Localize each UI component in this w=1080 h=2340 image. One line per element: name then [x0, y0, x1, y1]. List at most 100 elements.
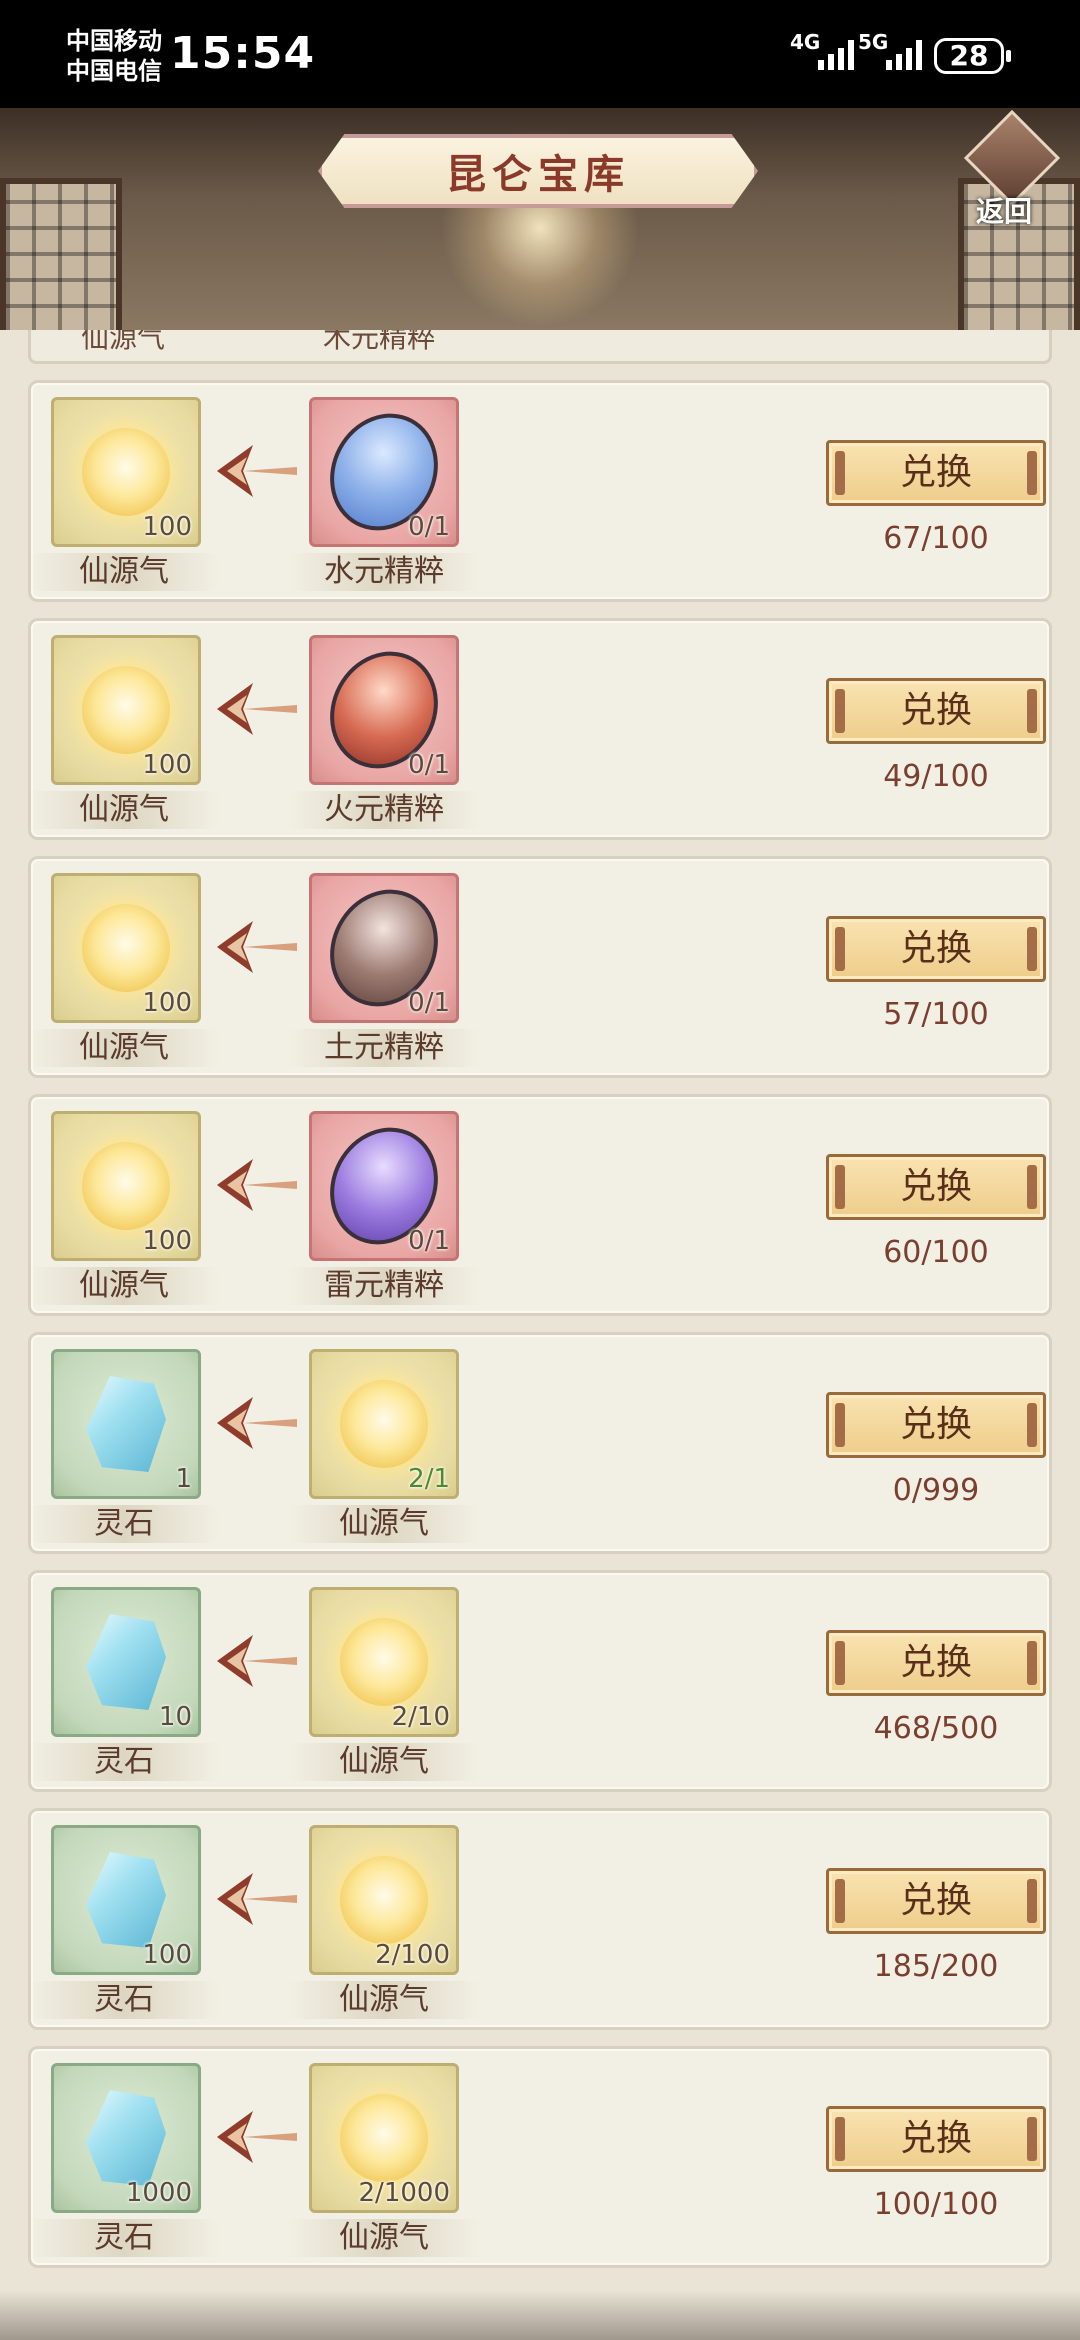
reward-item[interactable]: 100 — [51, 1825, 201, 1975]
cost-count: 2/100 — [375, 1940, 450, 1970]
reward-name: 仙源气 — [29, 1267, 219, 1305]
reward-item[interactable]: 100 — [51, 635, 201, 785]
reward-count: 100 — [142, 750, 192, 780]
reward-name: 灵石 — [29, 2219, 219, 2257]
arrow-left-icon — [217, 1873, 297, 1925]
reward-item[interactable]: 100 — [51, 873, 201, 1023]
exchange-row: 100 仙源气 0/1 火元精粹 兑换 49/100 — [28, 618, 1052, 840]
spirit-stone-icon — [86, 1376, 166, 1472]
exchange-button[interactable]: 兑换 — [826, 1630, 1046, 1696]
exchange-limit: 49/100 — [883, 759, 989, 794]
reward-count: 10 — [158, 1702, 192, 1732]
partial-row: 仙源气 木元精粹 — [28, 330, 1052, 364]
status-bar: 中国移动 中国电信 15:54 4G 5G 28 — [0, 0, 1080, 108]
reward-item[interactable]: 100 — [51, 397, 201, 547]
carrier-1: 中国移动 — [66, 27, 162, 55]
carrier-2: 中国电信 — [66, 57, 162, 85]
orb-icon — [340, 1618, 428, 1706]
exchange-limit: 100/100 — [873, 2187, 999, 2222]
orb-icon — [340, 1380, 428, 1468]
spirit-stone-icon — [86, 1852, 166, 1948]
signal-icon — [818, 40, 854, 70]
cost-name: 仙源气 — [289, 1981, 479, 2019]
exchange-limit: 185/200 — [873, 1949, 999, 1984]
exchange-limit: 60/100 — [883, 1235, 989, 1270]
orb-icon — [82, 666, 170, 754]
page-title: 昆仑宝库 — [446, 152, 630, 198]
cost-name: 仙源气 — [289, 1743, 479, 1781]
exchange-button[interactable]: 兑换 — [826, 1868, 1046, 1934]
exchange-row: 100 仙源气 0/1 土元精粹 兑换 57/100 — [28, 856, 1052, 1078]
cost-item[interactable]: 2/100 — [309, 1825, 459, 1975]
exchange-limit: 67/100 — [883, 521, 989, 556]
battery-icon: 28 — [934, 38, 1011, 74]
orb-icon — [340, 2094, 428, 2182]
reward-count: 100 — [142, 1940, 192, 1970]
reward-item[interactable]: 100 — [51, 1111, 201, 1261]
partial-left-name: 仙源气 — [81, 330, 166, 354]
cost-count: 2/1000 — [358, 2178, 450, 2208]
window-decoration-left — [0, 178, 122, 330]
spirit-stone-icon — [86, 2090, 166, 2186]
reward-name: 仙源气 — [29, 1029, 219, 1067]
battery-level: 28 — [949, 39, 989, 72]
reward-item[interactable]: 1000 — [51, 2063, 201, 2213]
orb-icon — [82, 428, 170, 516]
cost-item[interactable]: 2/10 — [309, 1587, 459, 1737]
exchange-button[interactable]: 兑换 — [826, 1392, 1046, 1458]
cost-name: 火元精粹 — [289, 791, 479, 829]
reward-count: 100 — [142, 988, 192, 1018]
cost-name: 雷元精粹 — [289, 1267, 479, 1305]
arrow-left-icon — [217, 445, 297, 497]
reward-count: 100 — [142, 1226, 192, 1256]
orb-icon — [340, 1856, 428, 1944]
reward-name: 灵石 — [29, 1743, 219, 1781]
cost-count: 0/1 — [408, 1226, 450, 1256]
cost-item[interactable]: 2/1 — [309, 1349, 459, 1499]
cost-count: 0/1 — [408, 750, 450, 780]
partial-right-name: 木元精粹 — [323, 330, 436, 354]
back-label: 返回 — [976, 195, 1033, 228]
orb-icon — [82, 904, 170, 992]
reward-name: 仙源气 — [29, 791, 219, 829]
reward-name: 仙源气 — [29, 553, 219, 591]
cost-count: 2/1 — [408, 1464, 450, 1494]
reward-item[interactable]: 10 — [51, 1587, 201, 1737]
cost-item[interactable]: 0/1 — [309, 394, 459, 550]
reward-count: 1000 — [125, 2178, 192, 2208]
cost-count: 2/10 — [391, 1702, 450, 1732]
cost-count: 0/1 — [408, 512, 450, 542]
arrow-left-icon — [217, 921, 297, 973]
cost-name: 土元精粹 — [289, 1029, 479, 1067]
exchange-button[interactable]: 兑换 — [826, 678, 1046, 744]
signal-icon-2 — [886, 40, 922, 70]
reward-count: 100 — [142, 512, 192, 542]
cost-name: 仙源气 — [289, 2219, 479, 2257]
clock: 15:54 — [170, 28, 316, 79]
cost-item[interactable]: 0/1 — [309, 632, 459, 788]
reward-count: 1 — [175, 1464, 192, 1494]
reward-name: 灵石 — [29, 1981, 219, 2019]
exchange-row: 100 仙源气 0/1 水元精粹 兑换 67/100 — [28, 380, 1052, 602]
cost-name: 仙源气 — [289, 1505, 479, 1543]
exchange-row: 1000 灵石 2/1000 仙源气 兑换 100/100 — [28, 2046, 1052, 2268]
cost-item[interactable]: 0/1 — [309, 870, 459, 1026]
exchange-row: 10 灵石 2/10 仙源气 兑换 468/500 — [28, 1570, 1052, 1792]
spirit-stone-icon — [86, 1614, 166, 1710]
exchange-limit: 0/999 — [892, 1473, 980, 1508]
network-4g-label: 4G — [790, 30, 821, 54]
cost-item[interactable]: 2/1000 — [309, 2063, 459, 2213]
orb-icon — [82, 1142, 170, 1230]
exchange-button[interactable]: 兑换 — [826, 916, 1046, 982]
cost-count: 0/1 — [408, 988, 450, 1018]
arrow-left-icon — [217, 683, 297, 735]
cost-item[interactable]: 0/1 — [309, 1108, 459, 1264]
bottom-fade — [0, 2290, 1080, 2340]
exchange-button[interactable]: 兑换 — [826, 440, 1046, 506]
network-5g-label: 5G — [858, 30, 889, 54]
back-button[interactable]: 返回 — [960, 109, 1061, 230]
exchange-button[interactable]: 兑换 — [826, 1154, 1046, 1220]
reward-item[interactable]: 1 — [51, 1349, 201, 1499]
exchange-button[interactable]: 兑换 — [826, 2106, 1046, 2172]
arrow-left-icon — [217, 1159, 297, 1211]
